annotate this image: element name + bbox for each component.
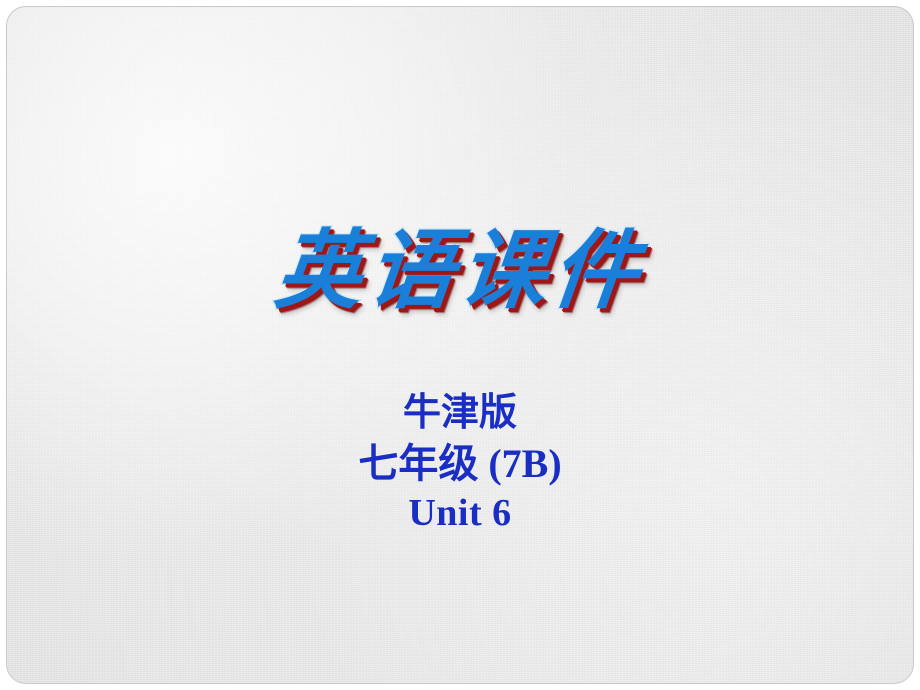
subtitle-block: 牛津版 七年级 (7B) Unit 6 [7,389,913,537]
slide-canvas: 英语课件 牛津版 七年级 (7B) Unit 6 [6,6,914,684]
subtitle-line-grade: 七年级 (7B) [358,440,562,486]
paper-texture-overlay [7,7,913,683]
wordart-title-text: 英语课件 [270,220,651,323]
subtitle-line-unit: Unit 6 [408,491,512,534]
subtitle-line-publisher: 牛津版 [402,392,517,434]
presentation-slide-stage: 英语课件 牛津版 七年级 (7B) Unit 6 [0,0,920,690]
main-title-block: 英语课件 [7,220,913,323]
